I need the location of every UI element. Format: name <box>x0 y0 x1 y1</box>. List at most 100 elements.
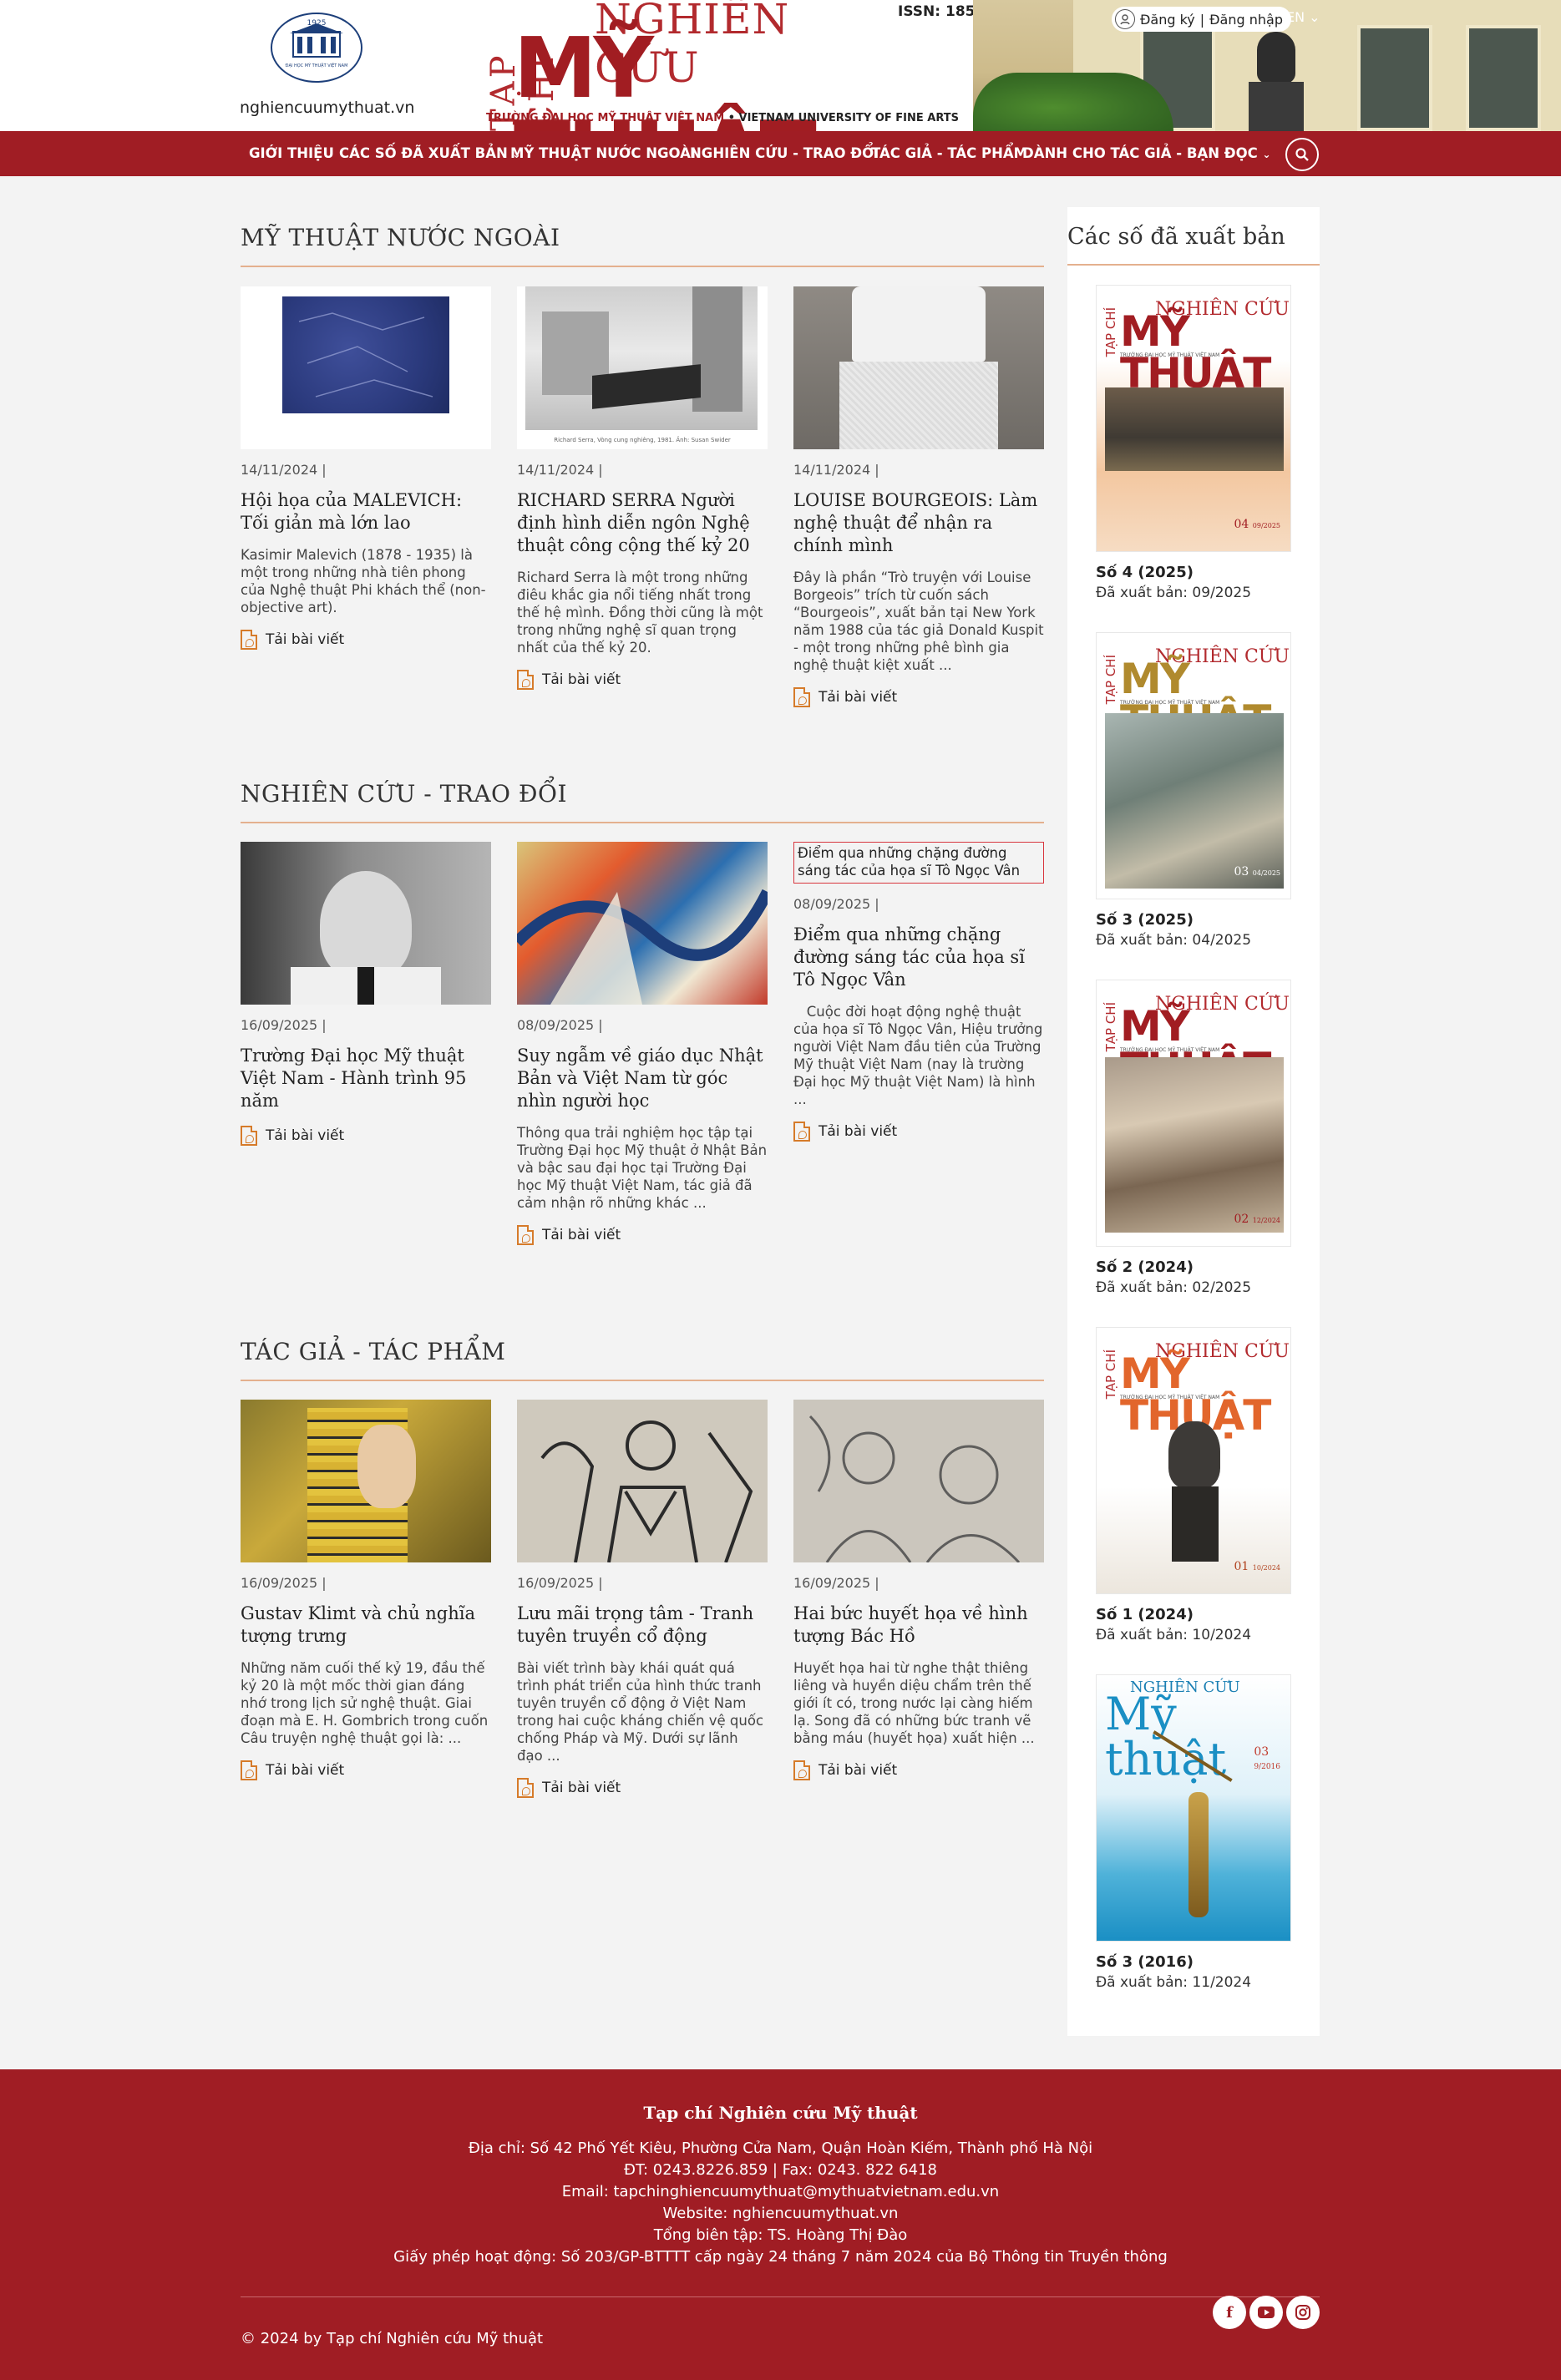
university-logo[interactable]: 1925 ĐẠI HỌC MỸ THUẬT VIỆT NAM <box>270 12 363 84</box>
download-link[interactable]: Tải bài viết <box>517 1778 768 1798</box>
broken-image-alt[interactable]: Điểm qua những chặng đường sáng tác của … <box>793 842 1044 884</box>
nav-item-nghien-cuu[interactable]: NGHIÊN CỨU - TRAO ĐỔI <box>690 131 879 176</box>
site-url[interactable]: nghiencuumythuat.vn <box>240 99 414 117</box>
issue-name[interactable]: Số 3 (2016) <box>1096 1953 1291 1971</box>
issue-item[interactable]: TẠP CHÍ NGHIÊN CỨU MỸ THUẬT TRƯỜNG ĐẠI H… <box>1096 285 1291 601</box>
youtube-icon <box>1258 2307 1275 2318</box>
article-excerpt: Đây là phần “Trò truyện với Louise Borge… <box>793 570 1044 673</box>
download-link[interactable]: Tải bài viết <box>241 1126 491 1146</box>
masthead-logo[interactable]: TẠP CHÍ NGHIÊN CỨU MỸ THUẬT TRƯỜNG ĐẠI H… <box>478 0 959 131</box>
footer-email[interactable]: Email: tapchinghiencuumythuat@mythuatvie… <box>0 2183 1561 2200</box>
issue-item[interactable]: TẠP CHÍ NGHIÊN CỨU MỸ THUẬT TRƯỜNG ĐẠI H… <box>1096 1327 1291 1643</box>
issue-name[interactable]: Số 2 (2024) <box>1096 1258 1291 1276</box>
article-date: 14/11/2024 | <box>517 462 603 478</box>
article-excerpt: Những năm cuối thế kỷ 19, đầu thế kỷ 20 … <box>241 1660 489 1746</box>
download-link[interactable]: Tải bài viết <box>793 1760 1044 1780</box>
download-link[interactable]: Tải bài viết <box>793 1122 1044 1142</box>
issue-cover[interactable]: TẠP CHÍ NGHIÊN CỨU MỸ THUẬT TRƯỜNG ĐẠI H… <box>1096 632 1291 899</box>
download-link[interactable]: Tải bài viết <box>517 1225 768 1245</box>
issue-published: Đã xuất bản: 10/2024 <box>1096 1627 1252 1643</box>
article-thumbnail[interactable]: Richard Serra, Vòng cung nghiêng, 1981. … <box>517 286 768 449</box>
issue-cover[interactable]: TẠP CHÍ NGHIÊN CỨU MỸ THUẬT TRƯỜNG ĐẠI H… <box>1096 285 1291 552</box>
article-thumbnail[interactable] <box>241 842 491 1005</box>
nav-item-danh-cho-tac-gia[interactable]: DÀNH CHO TÁC GIẢ - BẠN ĐỌC ⌄ <box>1022 131 1271 176</box>
article-card: 14/11/2024 | Hội họa của MALEVICH: Tối g… <box>241 286 491 650</box>
article-title[interactable]: LOUISE BOURGEOIS: Làm nghệ thuật để nhận… <box>793 489 1044 557</box>
issue-published: Đã xuất bản: 04/2025 <box>1096 932 1252 949</box>
auth-separator: | <box>1199 11 1205 28</box>
sidebar-divider <box>1067 264 1320 266</box>
pdf-icon <box>793 1122 810 1142</box>
download-link[interactable]: Tải bài viết <box>241 1760 491 1780</box>
article-card: 16/09/2025 | Gustav Klimt và chủ nghĩa t… <box>241 1400 491 1780</box>
issue-cover[interactable]: TẠP CHÍ NGHIÊN CỨU MỸ THUẬT TRƯỜNG ĐẠI H… <box>1096 1327 1291 1594</box>
article-date: 16/09/2025 | <box>517 1575 603 1591</box>
pdf-icon <box>241 630 257 650</box>
issue-item[interactable]: NGHIÊN CỨU Mỹ thuật 03 9/2016 Số 3 (2016)… <box>1096 1674 1291 1991</box>
search-button[interactable] <box>1285 138 1319 171</box>
article-thumbnail[interactable] <box>793 1400 1044 1562</box>
section-title-research[interactable]: NGHIÊN CỨU - TRAO ĐỔI <box>241 780 567 808</box>
article-title[interactable]: Trường Đại học Mỹ thuật Việt Nam - Hành … <box>241 1045 491 1112</box>
register-link[interactable]: Đăng ký <box>1140 12 1195 28</box>
issue-name[interactable]: Số 1 (2024) <box>1096 1606 1291 1623</box>
section-title-authors-works[interactable]: TÁC GIẢ - TÁC PHẨM <box>241 1338 505 1365</box>
language-switch[interactable]: EN ⌄ <box>1286 9 1320 25</box>
article-card: 16/09/2025 | Lưu mãi trọng tâm - Tranh t… <box>517 1400 768 1798</box>
nav-item-tac-gia[interactable]: TÁC GIẢ - TÁC PHẨM <box>871 131 1027 176</box>
issue-item[interactable]: TẠP CHÍ NGHIÊN CỨU MỸ THUẬT TRƯỜNG ĐẠI H… <box>1096 632 1291 949</box>
issue-item[interactable]: TẠP CHÍ NGHIÊN CỨU MỸ THUẬT TRƯỜNG ĐẠI H… <box>1096 980 1291 1296</box>
article-title[interactable]: RICHARD SERRA Người định hình diễn ngôn … <box>517 489 768 557</box>
section-title-foreign-art[interactable]: MỸ THUẬT NƯỚC NGOÀI <box>241 224 560 251</box>
article-title[interactable]: Hai bức huyết họa về hình tượng Bác Hồ <box>793 1603 1044 1648</box>
download-link[interactable]: Tải bài viết <box>517 670 768 690</box>
nav-item-my-thuat-nuoc-ngoai[interactable]: MỸ THUẬT NƯỚC NGOÀI <box>510 131 696 176</box>
logo-caption: ĐẠI HỌC MỸ THUẬT VIỆT NAM <box>286 62 348 68</box>
article-title[interactable]: Lưu mãi trọng tâm - Tranh tuyên truyền c… <box>517 1603 768 1648</box>
instagram-icon <box>1295 2305 1310 2320</box>
auth-links: Đăng ký | Đăng nhập <box>1112 7 1291 32</box>
footer-website[interactable]: Website: nghiencuumythuat.vn <box>0 2205 1561 2222</box>
footer-address: Địa chỉ: Số 42 Phố Yết Kiêu, Phường Cửa … <box>468 2139 1093 2157</box>
user-icon <box>1115 9 1135 29</box>
section-divider <box>241 822 1044 823</box>
issue-cover[interactable]: NGHIÊN CỨU Mỹ thuật 03 9/2016 <box>1096 1674 1291 1942</box>
nav-item-cac-so[interactable]: CÁC SỐ ĐÃ XUẤT BẢN ⌄ <box>339 131 521 176</box>
article-date: 16/09/2025 | <box>241 1017 327 1033</box>
article-title[interactable]: Hội họa của MALEVICH: Tối giản mà lớn la… <box>241 489 491 534</box>
article-thumbnail[interactable] <box>241 286 491 449</box>
login-link[interactable]: Đăng nhập <box>1209 12 1283 28</box>
search-icon <box>1295 148 1309 161</box>
cover-number: 03 04/2025 <box>1234 865 1280 879</box>
article-date: 16/09/2025 | <box>793 1575 879 1591</box>
cover-number: 03 9/2016 <box>1254 1745 1280 1771</box>
article-thumbnail[interactable] <box>517 1400 768 1562</box>
chevron-down-icon: ⌄ <box>1262 149 1271 160</box>
bust-statue <box>1257 32 1295 84</box>
download-link[interactable]: Tải bài viết <box>241 630 491 650</box>
pdf-icon <box>793 1760 810 1780</box>
issue-name[interactable]: Số 3 (2025) <box>1096 911 1291 929</box>
facebook-link[interactable]: f <box>1213 2296 1246 2329</box>
footer-phone: ĐT: 0243.8226.859 | Fax: 0243. 822 6418 <box>624 2161 937 2179</box>
article-title[interactable]: Điểm qua những chặng đường sáng tác của … <box>793 924 1044 991</box>
article-title[interactable]: Suy ngẫm về giáo dục Nhật Bản và Việt Na… <box>517 1045 768 1112</box>
footer-divider <box>241 2296 1320 2297</box>
article-date: 16/09/2025 | <box>241 1575 327 1591</box>
instagram-link[interactable] <box>1286 2296 1320 2329</box>
youtube-link[interactable] <box>1249 2296 1283 2329</box>
article-excerpt: Bài viết trình bày khái quát quá trình p… <box>517 1660 764 1764</box>
nav-item-gioi-thieu[interactable]: GIỚI THIỆU <box>249 131 334 176</box>
article-thumbnail[interactable] <box>241 1400 491 1562</box>
issue-name[interactable]: Số 4 (2025) <box>1096 564 1291 581</box>
sidebar-title: Các số đã xuất bản <box>1067 224 1285 250</box>
article-thumbnail[interactable] <box>793 286 1044 449</box>
article-date: 08/09/2025 | <box>793 896 879 912</box>
pdf-icon <box>517 1778 534 1798</box>
article-title[interactable]: Gustav Klimt và chủ nghĩa tượng trưng <box>241 1603 491 1648</box>
footer-license: Giấy phép hoạt động: Số 203/GP-BTTTT cấp… <box>393 2248 1168 2266</box>
issue-cover[interactable]: TẠP CHÍ NGHIÊN CỨU MỸ THUẬT TRƯỜNG ĐẠI H… <box>1096 980 1291 1247</box>
article-excerpt: Cuộc đời hoạt động nghệ thuật của họa sĩ… <box>793 1004 1047 1107</box>
download-link[interactable]: Tải bài viết <box>793 687 1044 707</box>
article-thumbnail[interactable] <box>517 842 768 1005</box>
